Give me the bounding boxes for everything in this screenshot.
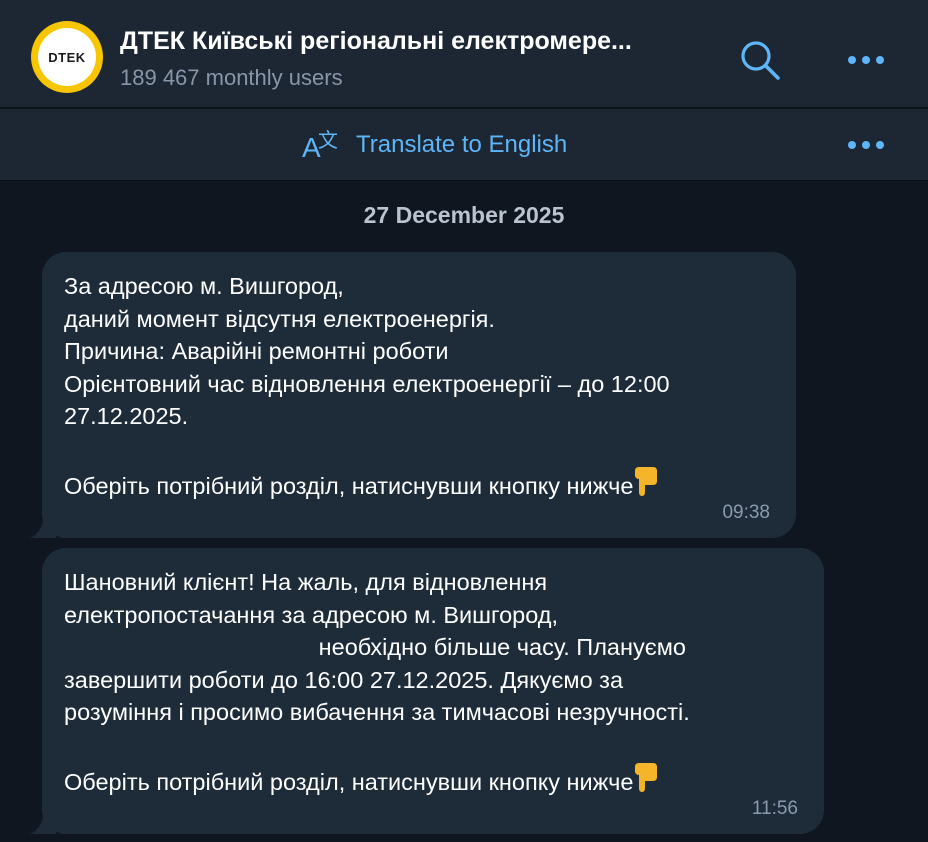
message-bubble[interactable]: Шановний клієнт! На жаль, для відновленн… xyxy=(42,548,824,834)
message-bubble[interactable]: За адресою м. Вишгород, даний момент від… xyxy=(42,252,796,538)
dtek-logo: DTEK xyxy=(38,28,96,86)
message-time: 11:56 xyxy=(751,798,798,819)
translate-icon: A 文 xyxy=(302,128,338,163)
pointing-down-icon xyxy=(633,761,659,802)
pointing-down-icon xyxy=(633,465,659,506)
message-time: 09:38 xyxy=(722,502,770,523)
svg-text:文: 文 xyxy=(318,128,338,152)
channel-avatar[interactable]: DTEK xyxy=(31,21,103,93)
translate-label: Translate to English xyxy=(356,131,568,158)
message-text: Шановний клієнт! На жаль, для відновленн… xyxy=(64,569,690,795)
more-dots-icon xyxy=(848,56,884,64)
translate-button[interactable]: A 文 Translate to English xyxy=(300,123,567,167)
channel-title[interactable]: ДТЕК Київські регіональні електромере... xyxy=(120,27,710,56)
more-options-button[interactable] xyxy=(840,34,892,86)
chat-header: DTEK ДТЕК Київські регіональні електроме… xyxy=(0,0,928,108)
date-separator: 27 December 2025 xyxy=(363,202,565,228)
translate-bar: A 文 Translate to English xyxy=(0,109,928,181)
search-icon xyxy=(741,41,780,80)
channel-subtitle: 189 467 monthly users xyxy=(120,65,343,90)
search-button[interactable] xyxy=(734,34,786,86)
message-text: За адресою м. Вишгород, даний момент від… xyxy=(64,273,670,499)
translate-more-button[interactable] xyxy=(840,121,892,169)
more-dots-icon xyxy=(848,141,884,149)
